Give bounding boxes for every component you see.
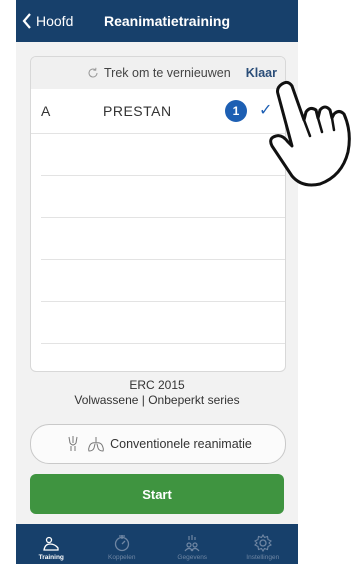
- guideline-label: ERC 2015: [129, 378, 185, 392]
- device-list: Trek om te vernieuwen Klaar A PRESTAN 1 …: [30, 56, 286, 372]
- tab-label: Gegevens: [177, 554, 208, 561]
- tab-label: Instellingen: [246, 554, 280, 561]
- page-title: Reanimatietraining: [104, 13, 231, 29]
- chevron-left-icon: [22, 13, 31, 29]
- tab-bar: Training Koppelen Gegevens Instellingen: [16, 524, 298, 564]
- phone-screen: Hoofd Reanimatietraining Trek om te vern…: [16, 0, 298, 564]
- session-description: Volwassene | Onbeperkt series: [74, 393, 240, 407]
- list-item[interactable]: A PRESTAN 1 ✓: [31, 89, 285, 134]
- cpr-mode-button[interactable]: Conventionele reanimatie: [30, 424, 286, 464]
- settings-icon: [253, 534, 272, 552]
- tab-koppelen[interactable]: Koppelen: [87, 524, 158, 564]
- refresh-icon: [88, 67, 98, 78]
- empty-row: [41, 176, 285, 218]
- device-letter: A: [41, 103, 51, 119]
- tab-label: Koppelen: [108, 554, 136, 561]
- empty-row: [41, 302, 285, 344]
- tab-training[interactable]: Training: [16, 524, 87, 564]
- start-button[interactable]: Start: [30, 474, 284, 514]
- pull-to-refresh-bar: Trek om te vernieuwen Klaar: [31, 57, 285, 89]
- training-icon: [43, 536, 59, 551]
- tab-instellingen[interactable]: Instellingen: [228, 524, 299, 564]
- empty-row: [41, 134, 285, 176]
- device-name: PRESTAN: [103, 103, 172, 119]
- hands-icon: [68, 436, 78, 451]
- tab-label: Training: [38, 554, 64, 561]
- pointing-hand-icon: [269, 80, 351, 187]
- connect-icon: [114, 535, 129, 552]
- empty-row: [41, 260, 285, 302]
- back-button[interactable]: Hoofd: [22, 0, 73, 42]
- back-label: Hoofd: [36, 13, 74, 29]
- device-number-badge: 1: [225, 100, 247, 122]
- cpr-mode-label: Conventionele reanimatie: [110, 437, 252, 451]
- tab-gegevens[interactable]: Gegevens: [157, 524, 228, 564]
- refresh-label: Trek om te vernieuwen: [104, 66, 231, 80]
- navigation-bar: Hoofd Reanimatietraining: [16, 0, 298, 42]
- data-icon: [184, 535, 200, 552]
- empty-row: [41, 218, 285, 260]
- lungs-icon: [88, 437, 104, 452]
- refresh-hint: Trek om te vernieuwen: [87, 57, 231, 89]
